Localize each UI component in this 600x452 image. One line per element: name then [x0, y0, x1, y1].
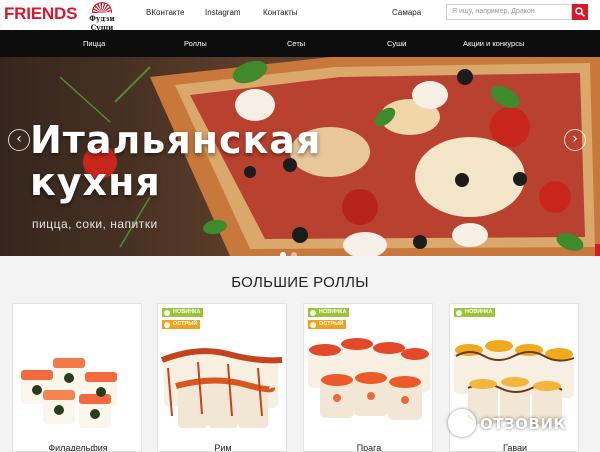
- category-nav: Пицца Роллы Сеты Суши Акции и конкурсы: [0, 30, 600, 57]
- hero-subtitle: пицца, соки, напитки: [32, 217, 158, 231]
- badge-new: НОВИНКА: [454, 308, 496, 317]
- badge-new: НОВИНКА: [162, 308, 204, 317]
- product-image-praga: [308, 338, 430, 420]
- friends-logo[interactable]: FRIENDS: [4, 4, 77, 24]
- prev-slide-button[interactable]: ‹: [8, 129, 30, 151]
- hero-title-line1: Итальянская: [30, 118, 322, 162]
- product-card[interactable]: НОВИНКА ОСТРЫЙ Рим: [157, 303, 287, 452]
- top-bar: FRIENDS Фудзи Суши ВКонтакте Instagram К…: [0, 0, 600, 32]
- hero-title: Итальянская кухня: [30, 119, 321, 203]
- search-icon: [575, 7, 585, 17]
- fan-icon: [92, 2, 112, 13]
- hero-banner[interactable]: Итальянская кухня пицца, соки, напитки ‹…: [0, 57, 600, 256]
- category-rolls[interactable]: Роллы: [184, 39, 207, 48]
- otzovik-watermark: ОТЗОВИК: [448, 408, 593, 440]
- product-name[interactable]: Прага: [304, 443, 432, 451]
- slider-dots: [280, 245, 302, 256]
- section-title: БОЛЬШИЕ РОЛЛЫ: [231, 274, 369, 291]
- product-name[interactable]: Филадельфия: [13, 443, 141, 451]
- nav-link-contacts[interactable]: Контакты: [263, 8, 298, 17]
- product-name[interactable]: Рим: [158, 443, 286, 451]
- slider-dot-2[interactable]: [291, 252, 297, 256]
- product-card[interactable]: НОВИНКА ОСТРЫЙ Прага: [303, 303, 433, 452]
- otzovik-text: ОТЗОВИК: [480, 415, 567, 433]
- category-promotions[interactable]: Акции и конкурсы: [463, 39, 524, 48]
- badge-new: НОВИНКА: [308, 308, 350, 317]
- search-button[interactable]: [572, 4, 588, 20]
- category-sushi[interactable]: Суши: [387, 39, 406, 48]
- product-card[interactable]: Филадельфия: [12, 303, 142, 452]
- search-input[interactable]: Я ищу, например, Дракон: [446, 4, 572, 20]
- category-sets[interactable]: Сеты: [287, 39, 305, 48]
- hero-title-line2: кухня: [30, 160, 161, 204]
- slider-dot-1[interactable]: [280, 252, 286, 256]
- product-name[interactable]: Гаваи: [450, 443, 578, 451]
- side-tab[interactable]: [595, 244, 600, 256]
- fuji-sushi-logo[interactable]: Фудзи Суши: [80, 2, 124, 32]
- nav-link-instagram[interactable]: Instagram: [205, 8, 241, 17]
- nav-link-vkontakte[interactable]: ВКонтакте: [146, 8, 185, 17]
- product-image-rim: [160, 348, 283, 428]
- otzovik-logo-icon: [448, 409, 476, 437]
- city-selector[interactable]: Самара: [392, 8, 421, 17]
- product-image-philadelphia: [21, 358, 117, 428]
- next-slide-button[interactable]: ›: [564, 129, 586, 151]
- category-pizza[interactable]: Пицца: [83, 39, 105, 48]
